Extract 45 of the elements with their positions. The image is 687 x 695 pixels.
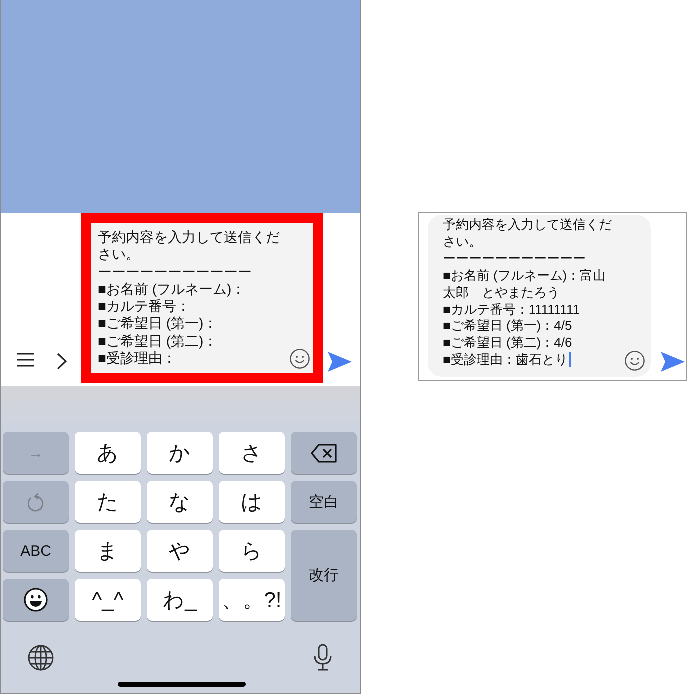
message-line: ■カルテ番号： <box>98 298 190 314</box>
return-key[interactable]: 改行 <box>291 530 357 621</box>
chevron-icon[interactable] <box>57 353 67 370</box>
message-line: ■受診理由：歯石とり <box>443 352 568 368</box>
message-field[interactable]: 予約内容を入力して送信ください。 ーーーーーーーーーーー ■お名前 (フルネーム)： ■カルテ番号： ■ご希望日 (第一)： ■ご希望日 (第二)： ■受診理由： <box>91 223 313 373</box>
send-icon[interactable] <box>661 352 685 372</box>
message-line: ■受診理由： <box>98 350 176 366</box>
undo-icon <box>28 492 44 512</box>
keyboard-key[interactable]: ABC <box>3 530 69 572</box>
keyboard-key[interactable]: あ <box>75 432 141 474</box>
message-line: ■ご希望日 (第一)：4/5 <box>443 318 572 334</box>
backspace-icon <box>311 444 337 462</box>
emoji-key[interactable] <box>3 579 69 621</box>
keyboard-key[interactable]: ま <box>75 530 141 572</box>
keyboard-key[interactable]: は <box>219 481 285 523</box>
text-cursor-icon <box>568 352 571 368</box>
menu-icon[interactable] <box>17 353 34 367</box>
message-line: ■お名前 (フルネーム)：富山太郎 とやまたろう <box>443 268 606 300</box>
keyboard-key[interactable]: 、。?! <box>219 579 285 621</box>
message-line: 予約内容を入力して送信ください。 <box>98 229 280 262</box>
smiley-icon[interactable] <box>290 349 310 369</box>
keyboard-key[interactable]: や <box>147 530 213 572</box>
message-field[interactable]: 予約内容を入力して送信ください。 ーーーーーーーーーーー ■お名前 (フルネーム)：富山太郎 とやまたろう ■カルテ番号：11111111 ■ご希望日 (第一)：4/5 ■ご希望日 (第二)：4/6 ■受診理由：歯石とり <box>428 215 651 377</box>
keyboard-key[interactable]: 空白 <box>291 481 357 523</box>
keyboard-key[interactable]: ^_^ <box>75 579 141 621</box>
keyboard-key[interactable]: か <box>147 432 213 474</box>
microphone-icon[interactable] <box>313 644 333 671</box>
delete-key[interactable] <box>291 432 357 474</box>
message-line: ーーーーーーーーーーー <box>98 264 252 280</box>
send-icon[interactable] <box>328 352 352 372</box>
globe-icon[interactable] <box>28 644 54 670</box>
message-line: ■お名前 (フルネーム)： <box>98 280 246 297</box>
smiley-icon <box>24 588 48 612</box>
message-line: ■カルテ番号：11111111 <box>443 302 580 317</box>
message-line: ■ご希望日 (第一)： <box>98 315 218 332</box>
smiley-icon[interactable] <box>625 351 645 371</box>
message-line: ーーーーーーーーーーー <box>443 250 586 266</box>
message-line: ■ご希望日 (第二)：4/6 <box>443 335 572 350</box>
keyboard-key[interactable]: ら <box>219 530 285 572</box>
message-line: ■ご希望日 (第二)： <box>98 332 218 349</box>
keyboard-key[interactable]: わ_ <box>147 579 213 621</box>
keyboard-key[interactable]: な <box>147 481 213 523</box>
message-line: 予約内容を入力して送信ください。 <box>443 217 612 249</box>
keyboard-key[interactable]: た <box>75 481 141 523</box>
keyboard-key[interactable]: さ <box>219 432 285 474</box>
